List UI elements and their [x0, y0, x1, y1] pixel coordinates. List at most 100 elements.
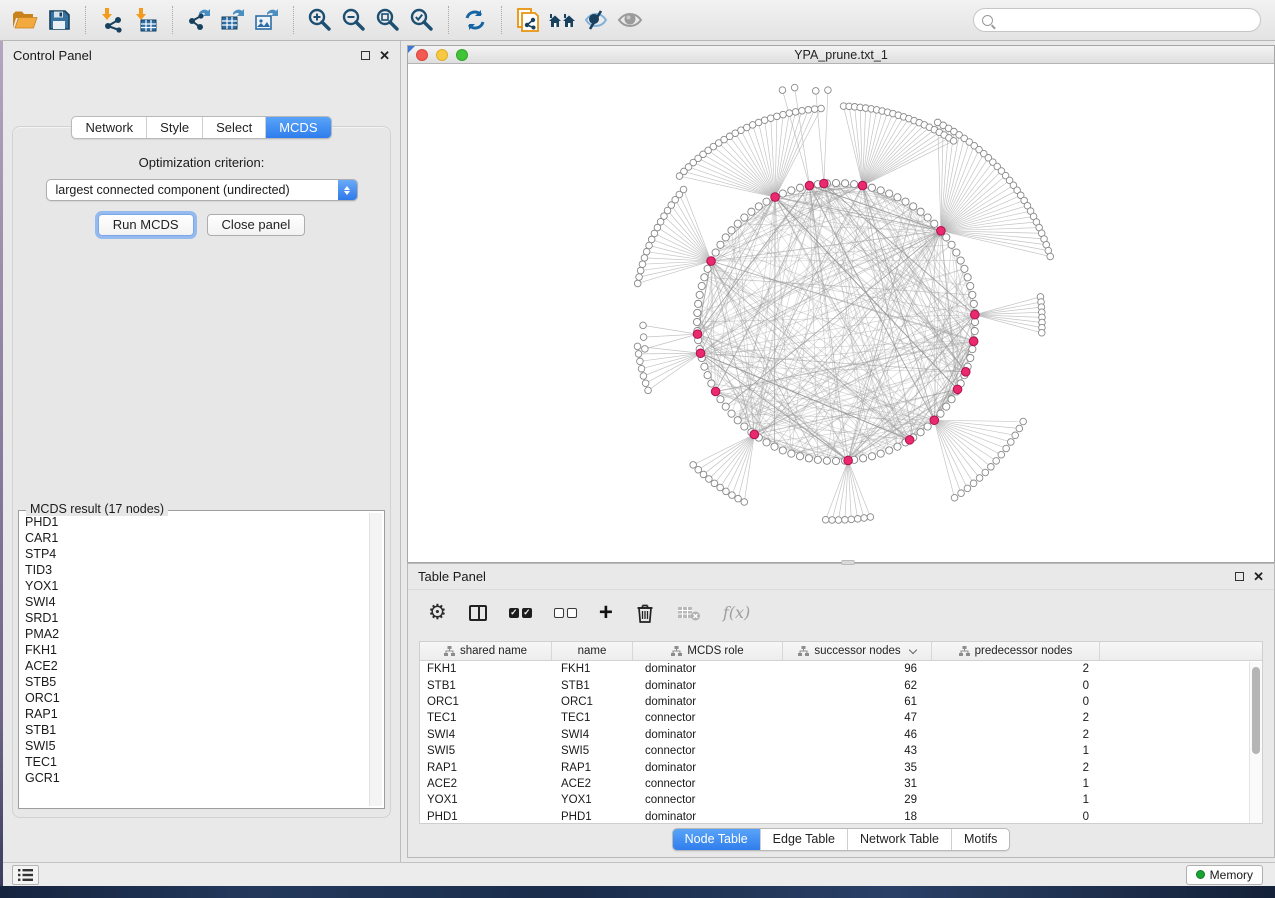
import-table-icon[interactable]	[129, 4, 163, 36]
table-cell: 1	[932, 778, 1100, 790]
export-network-icon[interactable]	[182, 4, 216, 36]
export-table-icon[interactable]	[216, 4, 250, 36]
mcds-result-item[interactable]: TEC1	[23, 754, 368, 770]
close-panel-icon[interactable]: ✕	[379, 51, 390, 60]
table-cell: TEC1	[552, 712, 633, 724]
network-graph[interactable]	[408, 64, 1274, 562]
sort-chevron-icon	[908, 645, 916, 653]
column-header-filler	[1100, 642, 1262, 660]
mcds-result-item[interactable]: ORC1	[23, 690, 368, 706]
table-row[interactable]: STB1STB1dominator620	[420, 677, 1262, 693]
mcds-result-item[interactable]: FKH1	[23, 642, 368, 658]
tab-network-table[interactable]: Network Table	[847, 829, 951, 850]
run-mcds-button[interactable]: Run MCDS	[98, 214, 194, 236]
overview-houses-icon[interactable]	[545, 4, 579, 36]
table-row[interactable]: ORC1ORC1dominator610	[420, 694, 1262, 710]
tab-network[interactable]: Network	[72, 117, 146, 138]
close-table-panel-icon[interactable]: ✕	[1253, 572, 1264, 581]
table-row[interactable]: SWI4SWI4dominator462	[420, 727, 1262, 743]
mcds-result-list[interactable]: PHD1CAR1STP4TID3YOX1SWI4SRD1PMA2FKH1ACE2…	[23, 514, 368, 806]
mcds-result-item[interactable]: STB5	[23, 674, 368, 690]
deselect-all-icon[interactable]	[554, 598, 577, 628]
clone-network-icon[interactable]	[511, 4, 545, 36]
import-network-icon[interactable]	[95, 4, 129, 36]
show-columns-icon[interactable]	[469, 598, 487, 628]
table-cell: dominator	[633, 680, 783, 692]
table-row[interactable]: ACE2ACE2connector311	[420, 776, 1262, 792]
float-panel-icon[interactable]	[361, 51, 370, 60]
export-image-icon[interactable]	[250, 4, 284, 36]
table-cell: SWI5	[420, 745, 552, 757]
mcds-result-item[interactable]: ACE2	[23, 658, 368, 674]
mcds-result-item[interactable]: STB1	[23, 722, 368, 738]
mcds-result-item[interactable]: PMA2	[23, 626, 368, 642]
mcds-result-item[interactable]: TID3	[23, 562, 368, 578]
save-session-icon[interactable]	[42, 4, 76, 36]
table-cell: FKH1	[420, 663, 552, 675]
network-window-titlebar[interactable]: YPA_prune.txt_1	[408, 46, 1274, 64]
column-header-name[interactable]: name	[552, 642, 633, 660]
mcds-result-item[interactable]: GCR1	[23, 770, 368, 786]
delete-rows-icon[interactable]	[635, 598, 655, 628]
table-cell: 2	[932, 762, 1100, 774]
table-row[interactable]: PHD1PHD1dominator180	[420, 809, 1262, 824]
mcds-result-item[interactable]: SRD1	[23, 610, 368, 626]
memory-button[interactable]: Memory	[1186, 865, 1263, 885]
control-panel: Control Panel ✕ Network Style Select MCD…	[3, 41, 401, 862]
mcds-result-item[interactable]: YOX1	[23, 578, 368, 594]
mcds-list-scrollbar[interactable]	[369, 513, 382, 806]
search-input[interactable]	[999, 13, 1252, 27]
search-field[interactable]	[973, 8, 1261, 32]
table-cell: dominator	[633, 696, 783, 708]
table-row[interactable]: RAP1RAP1dominator352	[420, 759, 1262, 775]
table-cell: 29	[783, 794, 932, 806]
zoom-selected-icon[interactable]	[405, 4, 439, 36]
control-panel-titlebar: Control Panel ✕	[3, 41, 400, 69]
table-row[interactable]: SWI5SWI5connector431	[420, 743, 1262, 759]
table-cell: YOX1	[420, 794, 552, 806]
splitter-handle[interactable]	[841, 560, 855, 565]
table-cell: connector	[633, 712, 783, 724]
settings-gear-icon[interactable]: ⚙	[428, 598, 447, 628]
mcds-result-item[interactable]: PHD1	[23, 514, 368, 530]
table-cell: FKH1	[552, 663, 633, 675]
tab-motifs[interactable]: Motifs	[951, 829, 1009, 850]
mcds-panel: Network Style Select MCDS Optimization c…	[12, 126, 391, 818]
show-eye-icon[interactable]	[613, 4, 647, 36]
float-table-panel-icon[interactable]	[1235, 572, 1244, 581]
mcds-result-item[interactable]: RAP1	[23, 706, 368, 722]
zoom-out-icon[interactable]	[337, 4, 371, 36]
open-file-icon[interactable]	[8, 4, 42, 36]
table-scrollbar-thumb[interactable]	[1252, 667, 1260, 754]
column-header-successor-nodes[interactable]: successor nodes	[783, 642, 932, 660]
select-all-icon[interactable]: ✓✓	[509, 598, 532, 628]
table-cell: 96	[783, 663, 932, 675]
task-history-button[interactable]	[12, 865, 39, 885]
column-header-predecessor-nodes[interactable]: predecessor nodes	[932, 642, 1100, 660]
tab-node-table[interactable]: Node Table	[673, 829, 760, 850]
hide-graphics-details-icon[interactable]	[579, 4, 613, 36]
tab-mcds[interactable]: MCDS	[265, 117, 330, 138]
tab-edge-table[interactable]: Edge Table	[760, 829, 847, 850]
network-view-window: YPA_prune.txt_1	[407, 45, 1275, 563]
delete-table-icon	[677, 598, 701, 628]
table-row[interactable]: TEC1TEC1connector472	[420, 710, 1262, 726]
close-panel-button[interactable]: Close panel	[207, 214, 306, 236]
mcds-result-item[interactable]: CAR1	[23, 530, 368, 546]
table-row[interactable]: FKH1FKH1dominator962	[420, 661, 1262, 677]
mcds-result-item[interactable]: STP4	[23, 546, 368, 562]
column-header-mcds-role[interactable]: MCDS role	[633, 642, 783, 660]
tab-style[interactable]: Style	[146, 117, 202, 138]
add-column-icon[interactable]: +	[599, 598, 613, 628]
table-cell: 62	[783, 680, 932, 692]
tab-select[interactable]: Select	[202, 117, 265, 138]
mcds-result-item[interactable]: SWI5	[23, 738, 368, 754]
table-scrollbar[interactable]	[1249, 662, 1262, 823]
criterion-select[interactable]: largest connected component (undirected)	[46, 179, 358, 201]
zoom-fit-icon[interactable]	[371, 4, 405, 36]
column-header-shared-name[interactable]: shared name	[420, 642, 552, 660]
table-row[interactable]: YOX1YOX1connector291	[420, 792, 1262, 808]
zoom-in-icon[interactable]	[303, 4, 337, 36]
mcds-result-item[interactable]: SWI4	[23, 594, 368, 610]
refresh-icon[interactable]	[458, 4, 492, 36]
